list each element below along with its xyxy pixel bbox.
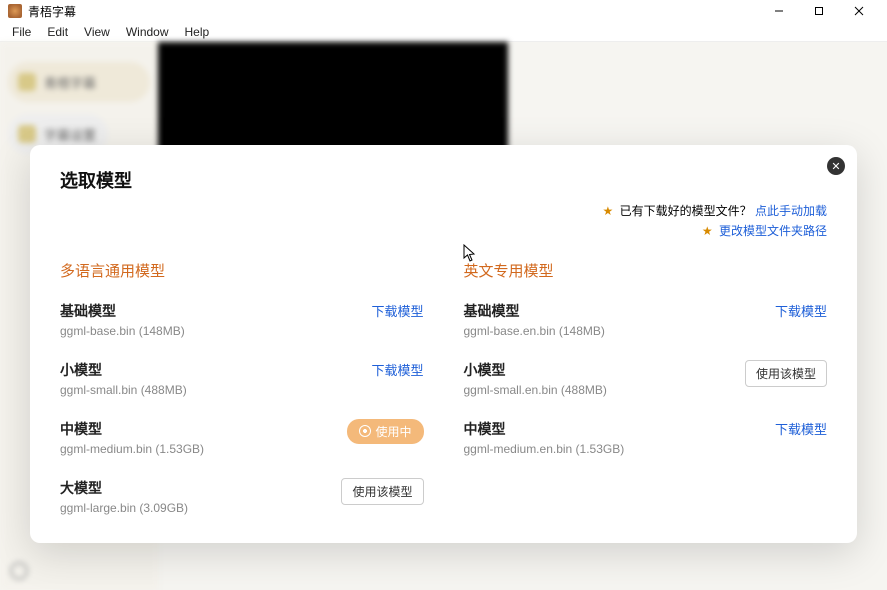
model-file: ggml-large.bin (3.09GB) [60, 501, 188, 515]
model-file: ggml-base.en.bin (148MB) [464, 324, 605, 338]
model-row: 小模型 ggml-small.bin (488MB) 下载模型 [60, 360, 424, 397]
model-row: 中模型 ggml-medium.bin (1.53GB) 使用中 [60, 419, 424, 456]
settings-icon [10, 562, 28, 580]
dialog-links: ★ 已有下载好的模型文件？ 点此手动加载 ★ 更改模型文件夹路径 [60, 201, 827, 242]
model-file: ggml-medium.en.bin (1.53GB) [464, 442, 625, 456]
dialog-close-button[interactable]: ✕ [827, 157, 845, 175]
model-row: 小模型 ggml-small.en.bin (488MB) 使用该模型 [464, 360, 828, 397]
model-row: 大模型 ggml-large.bin (3.09GB) 使用该模型 [60, 478, 424, 515]
download-model-link[interactable]: 下载模型 [371, 360, 423, 379]
model-file: ggml-base.bin (148MB) [60, 324, 185, 338]
download-model-link[interactable]: 下载模型 [775, 419, 827, 438]
model-row: 基础模型 ggml-base.en.bin (148MB) 下载模型 [464, 301, 828, 338]
column-title-multilingual: 多语言通用模型 [60, 260, 424, 281]
menu-view[interactable]: View [76, 22, 118, 41]
multilingual-column: 多语言通用模型 基础模型 ggml-base.bin (148MB) 下载模型 … [60, 260, 424, 515]
download-model-link[interactable]: 下载模型 [371, 301, 423, 320]
menu-window[interactable]: Window [118, 22, 177, 41]
change-path-link[interactable]: 更改模型文件夹路径 [719, 224, 827, 238]
titlebar: 青梧字幕 [0, 0, 887, 22]
model-name: 小模型 [60, 360, 187, 380]
model-name: 大模型 [60, 478, 188, 498]
column-title-english: 英文专用模型 [464, 260, 828, 281]
select-model-dialog: ✕ 选取模型 ★ 已有下载好的模型文件？ 点此手动加载 ★ 更改模型文件夹路径 … [30, 145, 857, 543]
maximize-button[interactable] [799, 0, 839, 22]
close-icon: ✕ [831, 160, 840, 173]
use-model-button[interactable]: 使用该模型 [341, 478, 423, 505]
model-in-use-badge: 使用中 [347, 419, 423, 444]
star-icon: ★ [603, 204, 614, 218]
download-model-link[interactable]: 下载模型 [775, 301, 827, 320]
english-column: 英文专用模型 基础模型 ggml-base.en.bin (148MB) 下载模… [464, 260, 828, 515]
app-icon [8, 4, 22, 18]
menu-help[interactable]: Help [177, 22, 218, 41]
manual-load-link[interactable]: 点此手动加载 [755, 204, 827, 218]
model-name: 中模型 [60, 419, 204, 439]
model-file: ggml-medium.bin (1.53GB) [60, 442, 204, 456]
link1-prefix: 已有下载好的模型文件？ [620, 204, 752, 218]
menubar: File Edit View Window Help [0, 22, 887, 42]
window-close-button[interactable] [839, 0, 879, 22]
menu-edit[interactable]: Edit [39, 22, 76, 41]
model-file: ggml-small.en.bin (488MB) [464, 383, 607, 397]
dialog-title: 选取模型 [60, 167, 827, 193]
model-name: 基础模型 [60, 301, 185, 321]
model-row: 基础模型 ggml-base.bin (148MB) 下载模型 [60, 301, 424, 338]
window-title: 青梧字幕 [28, 3, 76, 20]
minimize-button[interactable] [759, 0, 799, 22]
model-name: 小模型 [464, 360, 607, 380]
model-file: ggml-small.bin (488MB) [60, 383, 187, 397]
star-icon: ★ [702, 224, 713, 238]
model-row: 中模型 ggml-medium.en.bin (1.53GB) 下载模型 [464, 419, 828, 456]
model-name: 中模型 [464, 419, 625, 439]
menu-file[interactable]: File [4, 22, 39, 41]
use-model-button[interactable]: 使用该模型 [745, 360, 827, 387]
model-name: 基础模型 [464, 301, 605, 321]
